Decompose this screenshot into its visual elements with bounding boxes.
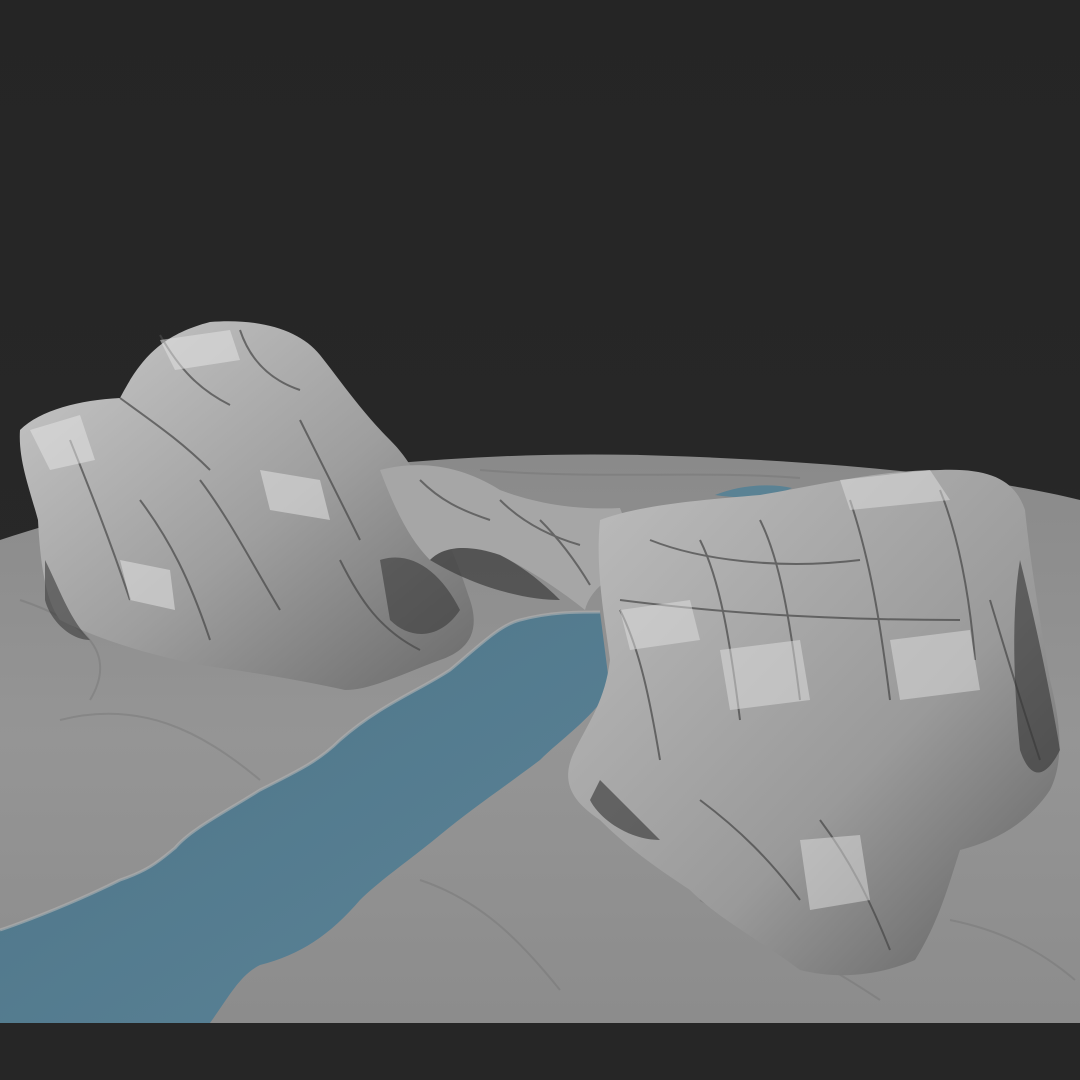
bottom-strip [0, 1023, 1080, 1080]
sculpt-render [0, 0, 1080, 1080]
3d-viewport[interactable] [0, 0, 1080, 1080]
